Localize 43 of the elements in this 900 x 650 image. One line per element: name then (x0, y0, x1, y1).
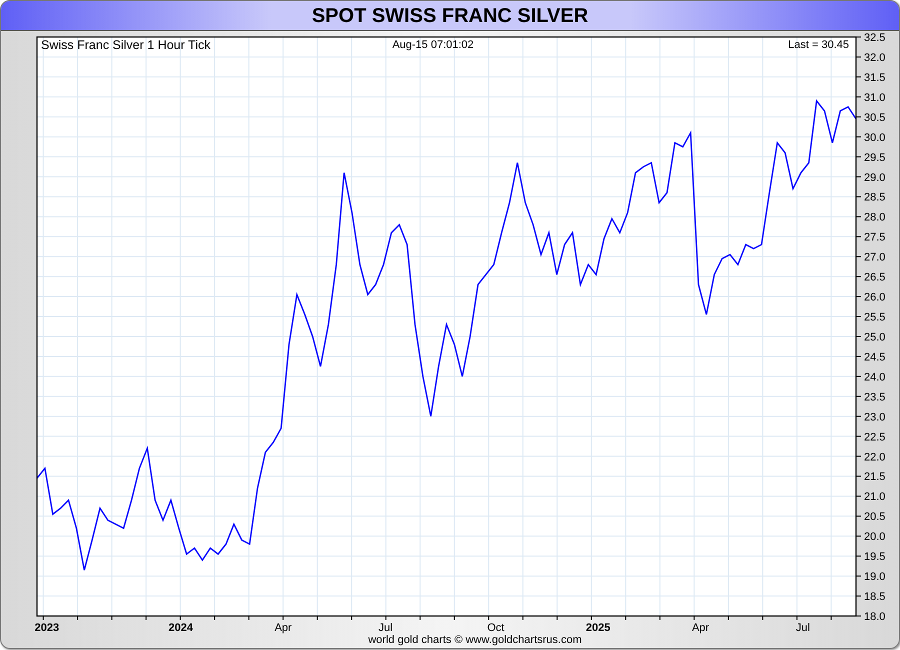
y-tick-label: 25.5 (864, 312, 886, 324)
x-tick-label: 2024 (168, 622, 193, 634)
y-tick-label: 30.0 (864, 132, 886, 144)
y-tick-label: 20.5 (864, 511, 886, 524)
x-tick-label: Jul (796, 622, 810, 634)
y-tick-label: 27.0 (864, 252, 886, 264)
y-tick-label: 22.5 (864, 431, 886, 444)
y-tick-label: 22.0 (864, 451, 886, 464)
y-tick-label: 19.5 (864, 551, 886, 564)
y-tick-label: 23.0 (864, 411, 886, 424)
y-tick-label: 30.5 (864, 112, 886, 124)
y-tick-label: 29.5 (864, 152, 886, 164)
y-tick-label: 26.0 (864, 292, 886, 304)
x-tick-label: Oct (487, 622, 504, 634)
timestamp: Aug-15 07:01:02 (392, 39, 474, 51)
y-tick-label: 24.5 (864, 351, 886, 364)
y-tick-label: 31.0 (864, 92, 886, 104)
y-tick-label: 28.0 (864, 212, 886, 224)
y-tick-label: 27.5 (864, 232, 886, 244)
x-tick-label: Jul (378, 622, 393, 634)
last-price: Last = 30.45 (788, 39, 849, 51)
y-tick-label: 19.0 (864, 571, 886, 584)
y-tick-label: 28.5 (864, 192, 886, 204)
y-tick-label: 18.5 (864, 591, 886, 604)
y-tick-label: 31.5 (864, 72, 886, 84)
chart-footer: world gold charts © www.goldchartsrus.com (368, 634, 582, 646)
y-tick-label: 26.5 (864, 272, 886, 284)
x-tick-label: 2025 (586, 622, 610, 634)
y-tick-label: 20.0 (864, 531, 886, 544)
x-tick-label: Apr (692, 622, 710, 634)
y-tick-label: 18.0 (864, 611, 886, 623)
y-tick-label: 29.0 (864, 172, 886, 184)
y-tick-label: 23.5 (864, 391, 886, 404)
y-tick-label: 21.0 (864, 491, 886, 504)
y-tick-label: 25.0 (864, 331, 886, 344)
y-tick-label: 32.5 (864, 32, 886, 44)
x-tick-label: Apr (274, 622, 292, 634)
y-tick-label: 24.0 (864, 371, 886, 384)
y-tick-label: 21.5 (864, 471, 886, 484)
y-tick-label: 32.0 (864, 52, 886, 64)
x-tick-label: 2023 (34, 622, 60, 634)
chart-title: SPOT SWISS FRANC SILVER (312, 5, 588, 27)
chart-caption: Swiss Franc Silver 1 Hour Tick (41, 38, 210, 52)
